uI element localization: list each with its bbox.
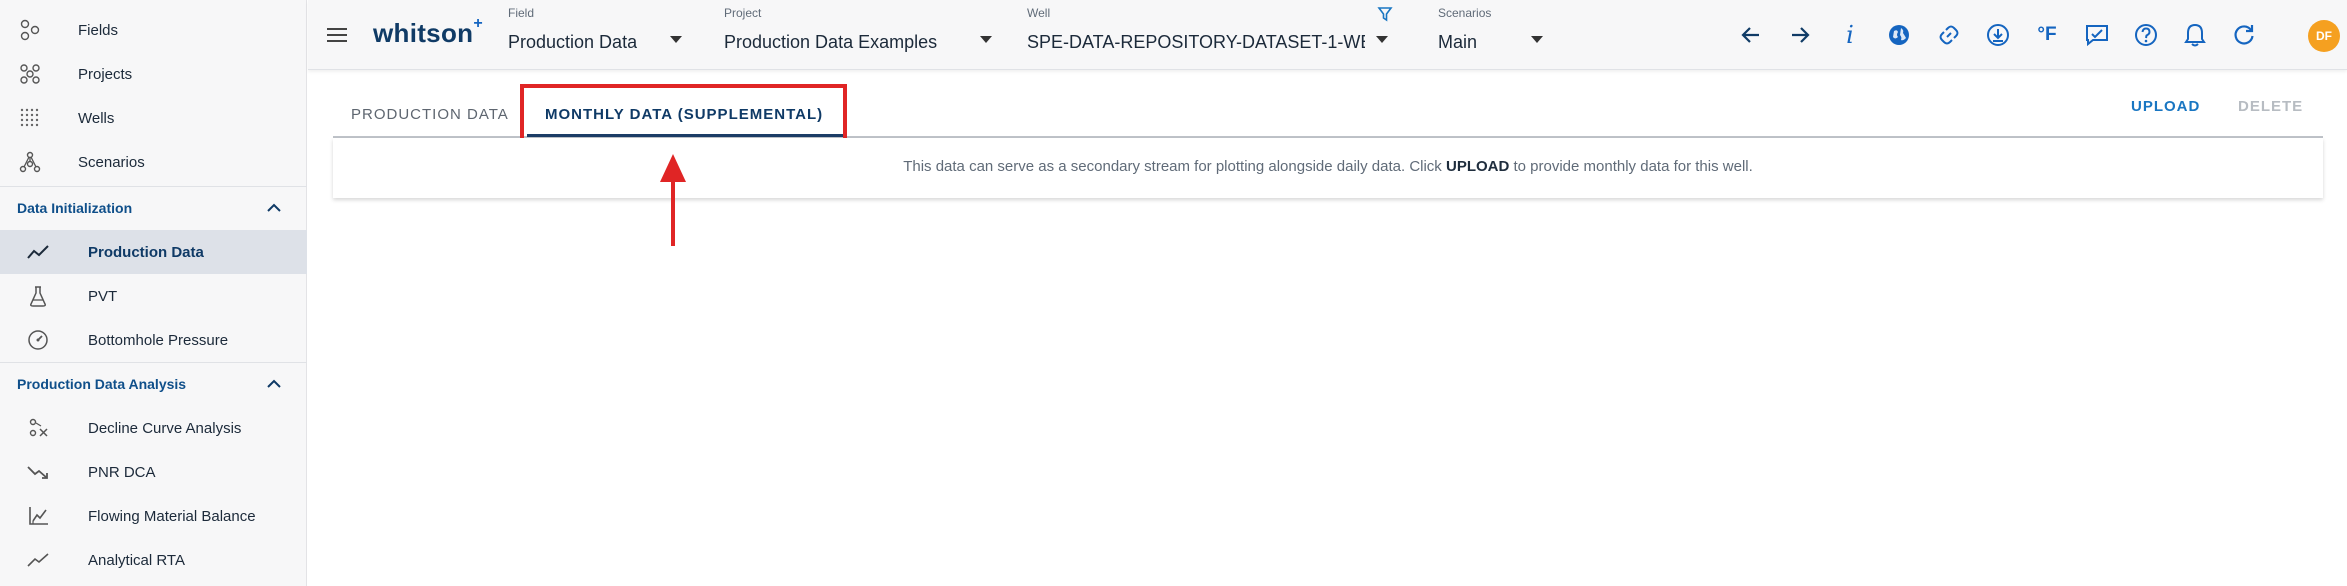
- upload-button[interactable]: UPLOAD: [2131, 98, 2200, 115]
- help-icon[interactable]: [2131, 20, 2161, 50]
- scenarios-icon: [18, 150, 42, 174]
- gauge-icon: [26, 328, 50, 352]
- sidebar-item-flowing-material-balance[interactable]: Flowing Material Balance: [0, 494, 307, 538]
- hamburger-menu-icon[interactable]: [324, 22, 350, 48]
- back-arrow-icon[interactable]: [1736, 20, 1766, 50]
- well-selector[interactable]: Well SPE-DATA-REPOSITORY-DATASET-1-WELL-…: [1027, 0, 1367, 70]
- chevron-up-icon: [267, 379, 281, 388]
- trend-down-icon: [26, 460, 50, 484]
- sidebar-item-label: PNR DCA: [88, 463, 156, 481]
- chevron-up-icon: [267, 203, 281, 212]
- sidebar-item-production-data[interactable]: Production Data: [0, 230, 307, 274]
- field-caption: Field: [508, 6, 535, 20]
- globe-icon[interactable]: [1884, 20, 1914, 50]
- scenarios-caption: Scenarios: [1438, 6, 1492, 20]
- user-avatar[interactable]: DF: [2308, 20, 2340, 52]
- download-icon[interactable]: [1983, 20, 2013, 50]
- field-selector[interactable]: Field Production Data: [508, 0, 698, 70]
- sidebar-item-label: Bottomhole Pressure: [88, 331, 229, 349]
- bell-icon[interactable]: [2180, 20, 2210, 50]
- production-data-icon: [26, 240, 50, 264]
- sidebar: Fields Projects Wells Scenarios Data Ini…: [0, 0, 307, 586]
- section-header-data-initialization[interactable]: Data Initialization: [0, 186, 307, 230]
- delete-button[interactable]: DELETE: [2238, 98, 2303, 115]
- info-icon[interactable]: i: [1835, 20, 1865, 50]
- section-header-production-data-analysis[interactable]: Production Data Analysis: [0, 362, 307, 406]
- sidebar-item-label: Production Data: [88, 243, 204, 261]
- project-selector[interactable]: Project Production Data Examples: [724, 0, 994, 70]
- sidebar-item-label: Scenarios: [78, 153, 145, 171]
- project-caption: Project: [724, 6, 762, 20]
- fields-icon: [18, 18, 42, 42]
- section-title: Data Initialization: [17, 200, 133, 216]
- sidebar-item-fields[interactable]: Fields: [0, 8, 307, 52]
- brand-logo: whitson+: [373, 15, 483, 48]
- link-icon[interactable]: [1934, 20, 1964, 50]
- sidebar-item-wells[interactable]: Wells: [0, 96, 307, 140]
- well-value: SPE-DATA-REPOSITORY-DATASET-1-WELL-1: [1027, 32, 1365, 52]
- feedback-icon[interactable]: [2082, 20, 2112, 50]
- active-tab-indicator: [527, 134, 843, 137]
- sidebar-item-bottomhole-pressure[interactable]: Bottomhole Pressure: [0, 318, 307, 362]
- decline-curve-icon: [26, 416, 50, 440]
- sidebar-item-label: Flowing Material Balance: [88, 507, 256, 525]
- scenarios-selector[interactable]: Scenarios Main: [1438, 0, 1548, 70]
- top-bar: whitson+ Field Production Data Project P…: [308, 0, 2347, 70]
- section-title: Production Data Analysis: [17, 376, 187, 392]
- info-message: This data can serve as a secondary strea…: [903, 158, 1753, 175]
- sidebar-item-label: Projects: [78, 65, 133, 83]
- sidebar-item-analytical-rta[interactable]: Analytical RTA: [0, 538, 307, 582]
- wells-icon: [18, 106, 42, 130]
- info-upload-keyword: UPLOAD: [1445, 158, 1510, 175]
- line-chart-icon: [26, 548, 50, 572]
- sidebar-item-pvt[interactable]: PVT: [0, 274, 307, 318]
- filter-icon[interactable]: [1377, 6, 1393, 22]
- caret-down-icon: [1531, 36, 1543, 43]
- tab-production-data[interactable]: PRODUCTION DATA: [351, 92, 509, 136]
- sidebar-item-label: Analytical RTA: [88, 551, 185, 569]
- sidebar-item-label: Decline Curve Analysis: [88, 419, 242, 437]
- projects-icon: [18, 62, 42, 86]
- temperature-unit-icon[interactable]: °F: [2032, 20, 2062, 50]
- sidebar-item-projects[interactable]: Projects: [0, 52, 307, 96]
- scenarios-value: Main: [1438, 32, 1478, 52]
- tab-monthly-data-supplemental[interactable]: MONTHLY DATA (SUPPLEMENTAL): [545, 92, 823, 136]
- info-card: This data can serve as a secondary strea…: [333, 138, 2323, 198]
- caret-down-icon: [980, 36, 992, 43]
- project-value: Production Data Examples: [724, 32, 938, 52]
- caret-down-icon[interactable]: [1376, 36, 1388, 43]
- sidebar-item-pnr-dca[interactable]: PNR DCA: [0, 450, 307, 494]
- caret-down-icon: [670, 36, 682, 43]
- sidebar-item-label: PVT: [88, 287, 118, 305]
- well-caption: Well: [1027, 6, 1051, 20]
- flask-icon: [26, 284, 50, 308]
- sidebar-item-scenarios[interactable]: Scenarios: [0, 140, 307, 184]
- forward-arrow-icon[interactable]: [1785, 20, 1815, 50]
- sidebar-item-decline-curve-analysis[interactable]: Decline Curve Analysis: [0, 406, 307, 450]
- sidebar-item-label: Fields: [78, 21, 119, 39]
- area-chart-icon: [26, 504, 50, 528]
- refresh-icon[interactable]: [2229, 20, 2259, 50]
- sidebar-item-label: Wells: [78, 109, 115, 127]
- annotation-arrow-icon: [660, 154, 686, 246]
- field-value: Production Data: [508, 32, 638, 52]
